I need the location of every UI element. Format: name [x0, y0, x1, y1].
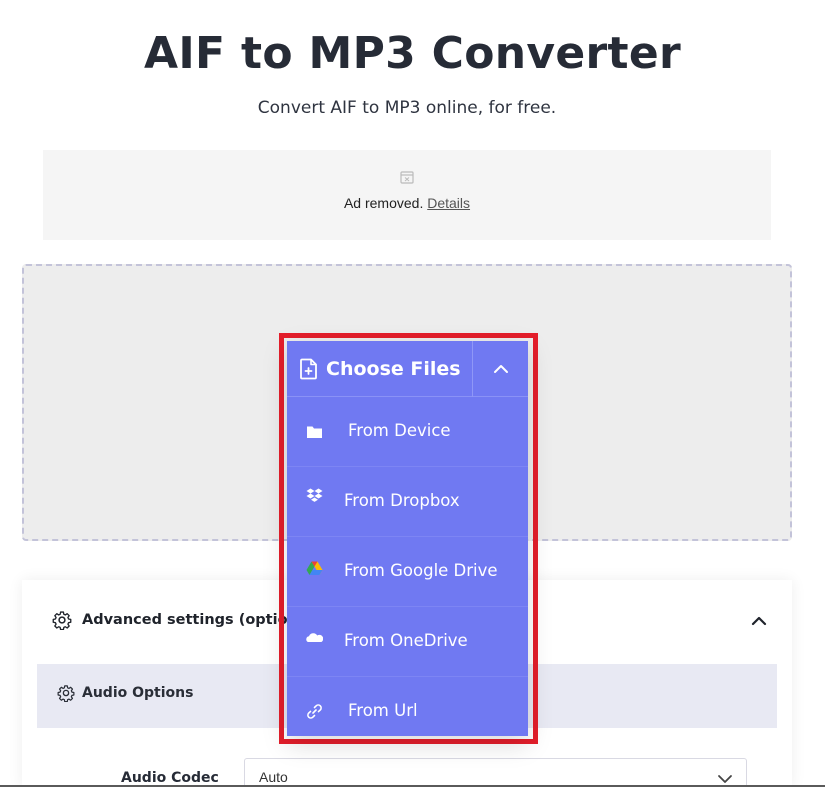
menu-item-label: From Dropbox [344, 491, 460, 510]
chevron-down-icon [718, 775, 732, 783]
page-subtitle: Convert AIF to MP3 online, for free. [257, 98, 557, 118]
ad-placeholder: Ad removed. Details [43, 150, 771, 240]
onedrive-icon [306, 633, 323, 642]
ad-removed-label: Ad removed. [343, 195, 424, 211]
ad-details-link[interactable]: Details [427, 195, 470, 211]
choose-files-header: Choose Files [287, 341, 528, 397]
page-title: AIF to MP3 Converter [144, 28, 681, 79]
menu-item-label: From Url [348, 701, 418, 720]
audio-codec-value: Auto [259, 769, 288, 785]
audio-codec-select[interactable]: Auto [244, 758, 747, 787]
menu-item-from-google-drive[interactable]: From Google Drive [287, 537, 528, 607]
menu-item-label: From OneDrive [344, 631, 468, 650]
file-plus-icon [300, 358, 317, 380]
menu-item-from-device[interactable]: From Device [287, 397, 528, 467]
choose-files-label: Choose Files [326, 358, 461, 380]
folder-icon [307, 426, 322, 438]
ad-removed-text: Ad removed. Details [43, 195, 771, 211]
menu-item-from-onedrive[interactable]: From OneDrive [287, 607, 528, 677]
audio-options-label: Audio Options [82, 685, 194, 701]
gear-icon [52, 611, 72, 630]
audio-codec-label: Audio Codec [121, 770, 219, 786]
choose-files-button[interactable]: Choose Files [287, 341, 472, 397]
advanced-settings-toggle[interactable]: Advanced settings (option [52, 608, 298, 632]
gear-icon [57, 685, 75, 702]
menu-item-label: From Google Drive [344, 561, 498, 580]
advanced-settings-title: Advanced settings (option [82, 612, 298, 628]
link-icon [307, 704, 322, 719]
google-drive-icon [306, 561, 323, 575]
menu-item-from-url[interactable]: From Url [287, 677, 528, 747]
choose-files-dropdown: Choose Files From Device From Dropbox Fr… [287, 341, 528, 736]
dropdown-toggle-button[interactable] [473, 341, 528, 397]
chevron-up-icon [493, 365, 508, 373]
dropbox-icon [306, 488, 323, 502]
chevron-up-icon[interactable] [749, 613, 769, 627]
menu-item-from-dropbox[interactable]: From Dropbox [287, 467, 528, 537]
calendar-x-icon [400, 171, 414, 184]
menu-item-label: From Device [348, 421, 451, 440]
